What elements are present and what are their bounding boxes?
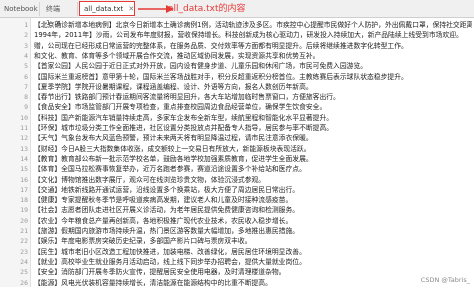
text-line: 和文化、教育、体育等多个领域开展合作交流，推动区域协同发展，实现资源共享和优势互… [34, 51, 320, 60]
line-number: 12 [20, 134, 28, 143]
text-line: 【民生】城市老旧小区改造工程加快推进，加装电梯、改善绿化，居民居住环境明显改善。 [34, 247, 306, 256]
text-line: 【文化】博物馆推出数字展厅，观众可在线浏览珍贵文物，体验沉浸式参观。 [34, 175, 266, 184]
text-line: 【首家公园】人民公园于近日正式对外开放，园内设有健身步道、儿童乐园和休闲广场，市… [34, 62, 368, 71]
line-number: 14 [20, 154, 28, 163]
text-line: 赠，公司现在已经形成日常运营的完整体系，在服务品质、交付效率等方面都有明显提升。… [34, 41, 408, 50]
text-line: 【社会】志愿者团队走进社区开展义诊活动，为老年居民提供免费健康咨询和检测服务。 [34, 206, 300, 215]
line-number: 5 [24, 62, 28, 71]
line-number: 21 [20, 227, 28, 235]
line-number: 16 [20, 175, 28, 184]
line-number: 20 [20, 216, 28, 225]
line-number: 6 [24, 72, 28, 81]
text-line: 【财经】今日A股三大指数集体收涨，成交额较上一交易日有所放大，新能源板块表现活跃… [34, 144, 311, 153]
line-number: 2 [24, 31, 28, 40]
text-line: 【北京确诊新增本地病例】北京今日新增本土确诊病例1例，活动轨迹涉及多区。市疾控中… [34, 21, 472, 29]
text-line: 【能源】风电光伏装机容量持续增长，清洁能源在能源结构中的比重不断提高。 [34, 278, 272, 287]
line-number: 15 [20, 165, 28, 174]
line-number-gutter: 1 2 3 4 5 6 7 8 9 10 11 12 13 14 15 16 17 18 19 20 21 22 23 24 2… [0, 18, 31, 287]
text-line: 【娱乐】年度电影票房突破历史纪录，多部国产影片口碑与票房双丰收。 [34, 237, 252, 246]
text-line: 【国际米兰重返榜首】意甲第十轮，国际米兰客场战胜对手，积分反超重返积分榜首位。主… [34, 72, 408, 81]
text-line: 【旅游】假期国内旅游市场持续升温，热门景区游客数量大幅增加，多地推出惠民措施。 [34, 227, 300, 235]
text-line: 【春节出行】铁路部门预计春运期间客流量将明显回升，各大车站增加临时售票窗口，方便… [34, 93, 340, 102]
line-number: 7 [24, 82, 28, 91]
line-number: 23 [20, 247, 28, 256]
tab-terminal[interactable]: 终端1 ✕ [42, 2, 78, 27]
line-number: 10 [20, 113, 28, 122]
line-number: 25 [20, 268, 28, 277]
text-line: 【体育】全国马拉松赛事恢复举办，近万名跑者参赛，赛道沿途设置多个补给站和医疗点。 [34, 165, 306, 174]
text-line: 【教育】教育部公布新一批示范学校名单，鼓励各地学校加强素质教育，促进学生全面发展… [34, 154, 313, 163]
text-line: 【科技】国产新能源汽车销量持续走高，多家车企发布全新车型，续航里程和智能化水平显… [34, 113, 334, 122]
text-editor[interactable]: 1 2 3 4 5 6 7 8 9 10 11 12 13 14 15 16 17 18 19 20 21 22 23 24 2… [0, 18, 474, 287]
line-number: 18 [20, 196, 28, 205]
tab-notebook[interactable]: Notebook [0, 2, 40, 16]
text-line: 【交通】地铁新线路开通试运营，沿线设置多个换乘站，极大方便了周边居民日常出行。 [34, 185, 300, 194]
text-line: 【环保】城市垃圾分类工作全面推进，社区设置分类投放点并配备专人指导，居民参与率不… [34, 124, 334, 132]
line-number: 8 [24, 93, 28, 102]
text-line: 【农业】今年粮食总产量再创新高，各地积极推广现代农业技术，农民收入稳步增长。 [34, 216, 293, 225]
text-line: 【食品安全】市场监管部门开展专项检查，重点排查校园周边食品经营单位，确保学生饮食… [34, 103, 327, 112]
text-line: 【就业】高校毕业生就业服务月活动启动，线上线下同步举办招聘会，提供大量就业岗位。 [34, 257, 306, 266]
text-line: 【夏季学院】学院开设暑期课程，课程涵盖编程、设计、外语等方向，报名人数创历年新高… [34, 82, 313, 91]
line-number: 3 [24, 41, 28, 50]
line-number: 26 [20, 278, 28, 287]
line-number: 22 [20, 237, 28, 246]
line-number: 13 [20, 144, 28, 153]
line-number: 17 [20, 185, 28, 194]
line-number: 1 [24, 21, 28, 29]
text-line: 【天气】气象台发布大风蓝色预警，预计未来两天将有明显降温过程，请市民注意添衣保暖… [34, 134, 313, 143]
text-line: 【安全】消防部门开展冬季防火宣传，提醒居民安全使用电器，及时清理楼道杂物。 [34, 268, 286, 277]
annotation-label: all_data.txt的内容 [168, 4, 246, 14]
line-number: 4 [24, 51, 28, 60]
line-number: 19 [20, 206, 28, 215]
tab-label: Notebook [4, 5, 38, 13]
line-number: 11 [20, 124, 28, 132]
line-number: 9 [24, 103, 28, 112]
watermark: CSDN @Tabris_ [420, 276, 470, 284]
text-line: 1994年，2011年】沙雨，公司发布年度财报，营收保持增长。科技创新成为核心驱… [34, 31, 463, 40]
line-number: 24 [20, 257, 28, 266]
text-line: 【健康】专家提醒秋冬季节是呼吸道疾病高发期，建议老人和儿童及时接种流感疫苗。 [34, 196, 293, 205]
highlight-box [79, 1, 135, 16]
